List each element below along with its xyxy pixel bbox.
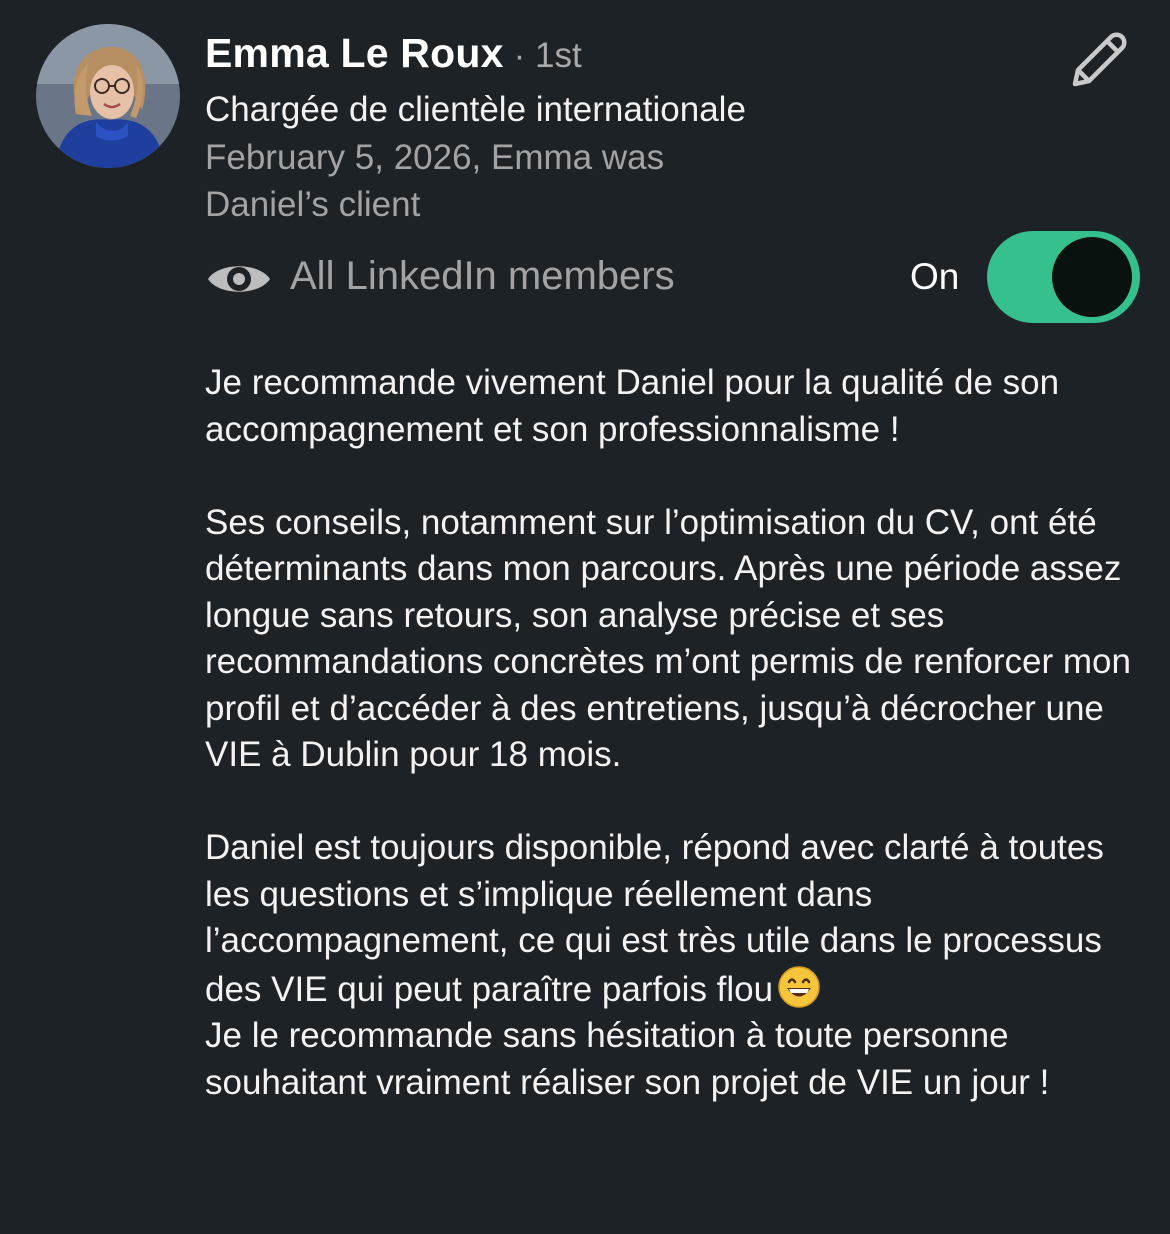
toggle-state-label: On: [910, 256, 960, 297]
eye-icon: [208, 266, 270, 292]
connection-degree: · 1st: [513, 36, 582, 75]
recommendation-paragraph-3-text: Daniel est toujours disponible, répond a…: [205, 828, 1104, 1009]
author-name[interactable]: Emma Le Roux: [205, 30, 504, 77]
author-name-line: Emma Le Roux · 1st: [205, 30, 1025, 88]
relationship-date-line: February 5, 2026, Emma was: [205, 138, 665, 177]
author-avatar[interactable]: [36, 24, 180, 168]
visibility-row: All LinkedIn members On: [205, 231, 1145, 323]
recommendation-paragraph-3: Daniel est toujours disponible, répond a…: [205, 825, 1145, 1106]
recommendation-paragraph-1: Je recommande vivement Daniel pour la qu…: [205, 363, 1060, 449]
grinning-face-emoji-icon: [778, 965, 820, 1008]
relationship-info: February 5, 2026, Emma was Daniel’s clie…: [205, 134, 785, 228]
toggle-knob[interactable]: [1052, 237, 1132, 317]
edit-recommendation-button[interactable]: [1062, 28, 1134, 94]
visibility-toggle[interactable]: [987, 231, 1140, 323]
recommendation-paragraph-2: Ses conseils, notamment sur l’optimisati…: [205, 502, 1131, 775]
relationship-role-line: Daniel’s client: [205, 185, 421, 224]
recommendation-text: Je recommande vivement Daniel pour la qu…: [205, 360, 1145, 1106]
recommendation-paragraph-3-closing: Je le recommande sans hésitation à toute…: [205, 1016, 1050, 1102]
author-info: Emma Le Roux · 1st Chargée de clientèle …: [205, 30, 1025, 228]
visibility-label: All LinkedIn members: [290, 254, 675, 298]
pencil-icon: [1072, 32, 1127, 87]
author-headline: Chargée de clientèle internationale: [205, 90, 746, 129]
